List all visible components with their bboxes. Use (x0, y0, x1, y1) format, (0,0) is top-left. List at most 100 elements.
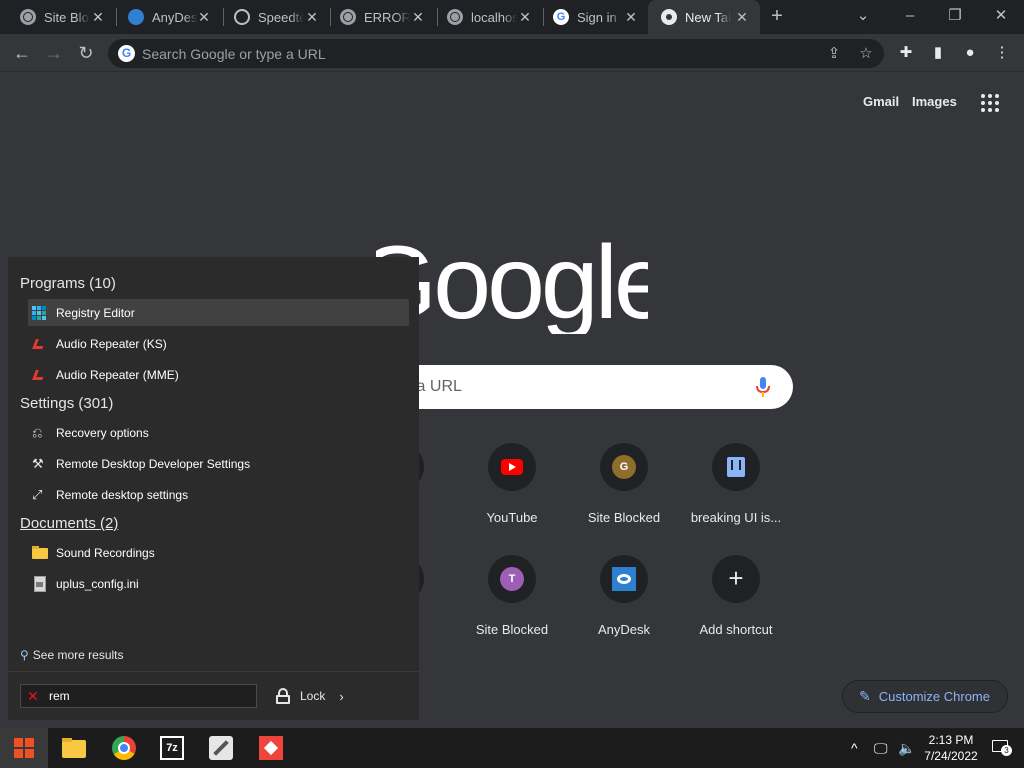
ini-file-icon (32, 575, 48, 592)
profile-icon[interactable]: ● (960, 43, 980, 63)
shortcut-label: YouTube (486, 510, 538, 525)
tab-label: localhost (471, 9, 517, 25)
youtube-icon (501, 459, 523, 475)
result-recovery-options[interactable]: ⎌ Recovery options (28, 419, 409, 446)
notification-count-badge: 3 (1001, 745, 1012, 756)
side-panel-icon[interactable]: ▮ (928, 43, 948, 63)
programs-group-header[interactable]: Programs (10) (20, 275, 116, 292)
file-explorer-icon[interactable] (62, 736, 86, 760)
developer-settings-icon: ⚒ (32, 455, 44, 471)
tab-new-tab[interactable]: New Tab ✕ (648, 0, 760, 34)
tab-search-chevron-icon[interactable]: ⌄ (851, 4, 875, 28)
tab-label: AnyDesk (152, 9, 198, 25)
extensions-icon[interactable]: ✚ (896, 43, 916, 63)
settings-tool-icon[interactable] (209, 736, 233, 760)
shortcut-site-blocked-t[interactable]: T Site Blocked (456, 555, 568, 637)
minimize-button[interactable]: – (898, 4, 922, 28)
shortcut-breaking-ui[interactable]: breaking UI is... (680, 443, 792, 525)
result-remote-desktop-settings[interactable]: ⤢ Remote desktop settings (28, 481, 409, 508)
registry-editor-icon (32, 305, 48, 321)
tab-site-blocked[interactable]: Site Blocked ✕ (0, 0, 116, 34)
shortcut-youtube[interactable]: YouTube (456, 443, 568, 525)
chrome-icon (661, 9, 677, 25)
result-sound-recordings[interactable]: Sound Recordings (28, 539, 409, 566)
customize-chrome-label: Customize Chrome (878, 689, 990, 704)
result-label: Registry Editor (56, 305, 135, 320)
result-audio-repeater-mme[interactable]: Audio Repeater (MME) (28, 361, 409, 388)
start-search-field[interactable]: ✕ (20, 684, 257, 708)
shortcut-label: Site Blocked (587, 510, 661, 525)
tab-localhost[interactable]: localhost ✕ (427, 0, 543, 34)
close-icon[interactable]: ✕ (90, 9, 106, 25)
shortcut-label: breaking UI is... (690, 510, 782, 525)
see-more-label: See more results (32, 648, 124, 662)
shortcut-icon-circle: T (488, 555, 536, 603)
notification-center-icon[interactable]: 3 (992, 740, 1012, 756)
clock[interactable]: 2:13 PM 7/24/2022 (920, 732, 982, 764)
close-icon[interactable]: ✕ (734, 9, 750, 25)
chevron-right-icon[interactable]: › (339, 689, 343, 704)
new-tab-button[interactable]: + (766, 6, 788, 28)
start-search-input[interactable] (49, 685, 249, 707)
omnibox[interactable]: ⇪ ☆ (108, 39, 884, 68)
forward-button[interactable]: → (40, 39, 68, 67)
windows-logo-icon (14, 738, 34, 758)
result-uplus-config[interactable]: uplus_config.ini (28, 570, 409, 597)
tab-sign-in[interactable]: G Sign in ✕ (533, 0, 649, 34)
network-icon[interactable]: 🖵 (874, 740, 888, 757)
result-label: Audio Repeater (MME) (56, 367, 179, 382)
book-icon (727, 457, 745, 477)
tab-label: ERROR (364, 9, 410, 25)
tab-error[interactable]: ERROR ✕ (320, 0, 436, 34)
reload-button[interactable]: ↻ (72, 39, 100, 67)
chevron-up-icon[interactable]: ^ (851, 740, 858, 756)
more-menu-icon[interactable]: ⋮ (992, 43, 1012, 63)
chrome-icon[interactable] (112, 736, 136, 760)
omnibox-input[interactable] (142, 39, 782, 68)
result-registry-editor[interactable]: Registry Editor (28, 299, 409, 326)
anydesk-icon[interactable] (259, 736, 283, 760)
customize-chrome-button[interactable]: ✎ Customize Chrome (842, 680, 1008, 713)
close-icon[interactable]: ✕ (196, 9, 212, 25)
tab-speedtest[interactable]: Speedtest ✕ (214, 0, 330, 34)
tab-anydesk[interactable]: AnyDesk ✕ (106, 0, 222, 34)
clear-search-icon[interactable]: ✕ (27, 688, 41, 704)
google-icon: G (553, 9, 569, 25)
result-label: Remote desktop settings (56, 487, 189, 502)
window-close-button[interactable]: ✕ (989, 4, 1013, 28)
gmail-link[interactable]: Gmail (863, 94, 899, 109)
google-apps-icon[interactable] (981, 94, 999, 112)
back-button[interactable]: ← (8, 39, 36, 67)
close-icon[interactable]: ✕ (410, 9, 426, 25)
restore-button[interactable]: ❐ (943, 4, 967, 28)
share-icon[interactable]: ⇪ (824, 44, 844, 64)
images-link[interactable]: Images (912, 94, 957, 109)
see-more-results-link[interactable]: ⚲ See more results (20, 648, 124, 662)
close-icon[interactable]: ✕ (304, 9, 320, 25)
close-icon[interactable]: ✕ (517, 9, 533, 25)
letter-t-icon: T (500, 567, 524, 591)
shortcut-label: AnyDesk (597, 622, 651, 637)
remote-desktop-icon: ⤢ (32, 486, 43, 502)
audio-repeater-icon (32, 367, 48, 383)
7zip-icon[interactable]: 7z (160, 736, 184, 760)
shortcut-label: Site Blocked (475, 622, 549, 637)
clock-date: 7/24/2022 (924, 749, 978, 763)
anydesk-icon (612, 567, 636, 591)
shortcut-site-blocked-g[interactable]: G Site Blocked (568, 443, 680, 525)
shortcut-anydesk[interactable]: AnyDesk (568, 555, 680, 637)
recovery-icon: ⎌ (32, 424, 43, 440)
start-button[interactable] (0, 728, 48, 768)
tab-label: New Tab (685, 9, 731, 25)
result-audio-repeater-ks[interactable]: Audio Repeater (KS) (28, 330, 409, 357)
documents-group-header[interactable]: Documents (2) (20, 515, 118, 532)
close-icon[interactable]: ✕ (623, 9, 639, 25)
bookmark-star-icon[interactable]: ☆ (856, 44, 876, 64)
result-remote-desktop-developer-settings[interactable]: ⚒ Remote Desktop Developer Settings (28, 450, 409, 477)
add-shortcut-button[interactable]: + Add shortcut (680, 555, 792, 637)
volume-icon[interactable]: 🔈 (898, 740, 915, 757)
lock-button[interactable]: Lock › (276, 687, 344, 705)
magnifier-icon: ⚲ (20, 648, 29, 662)
settings-group-header[interactable]: Settings (301) (20, 395, 113, 412)
microphone-icon[interactable] (756, 377, 770, 397)
